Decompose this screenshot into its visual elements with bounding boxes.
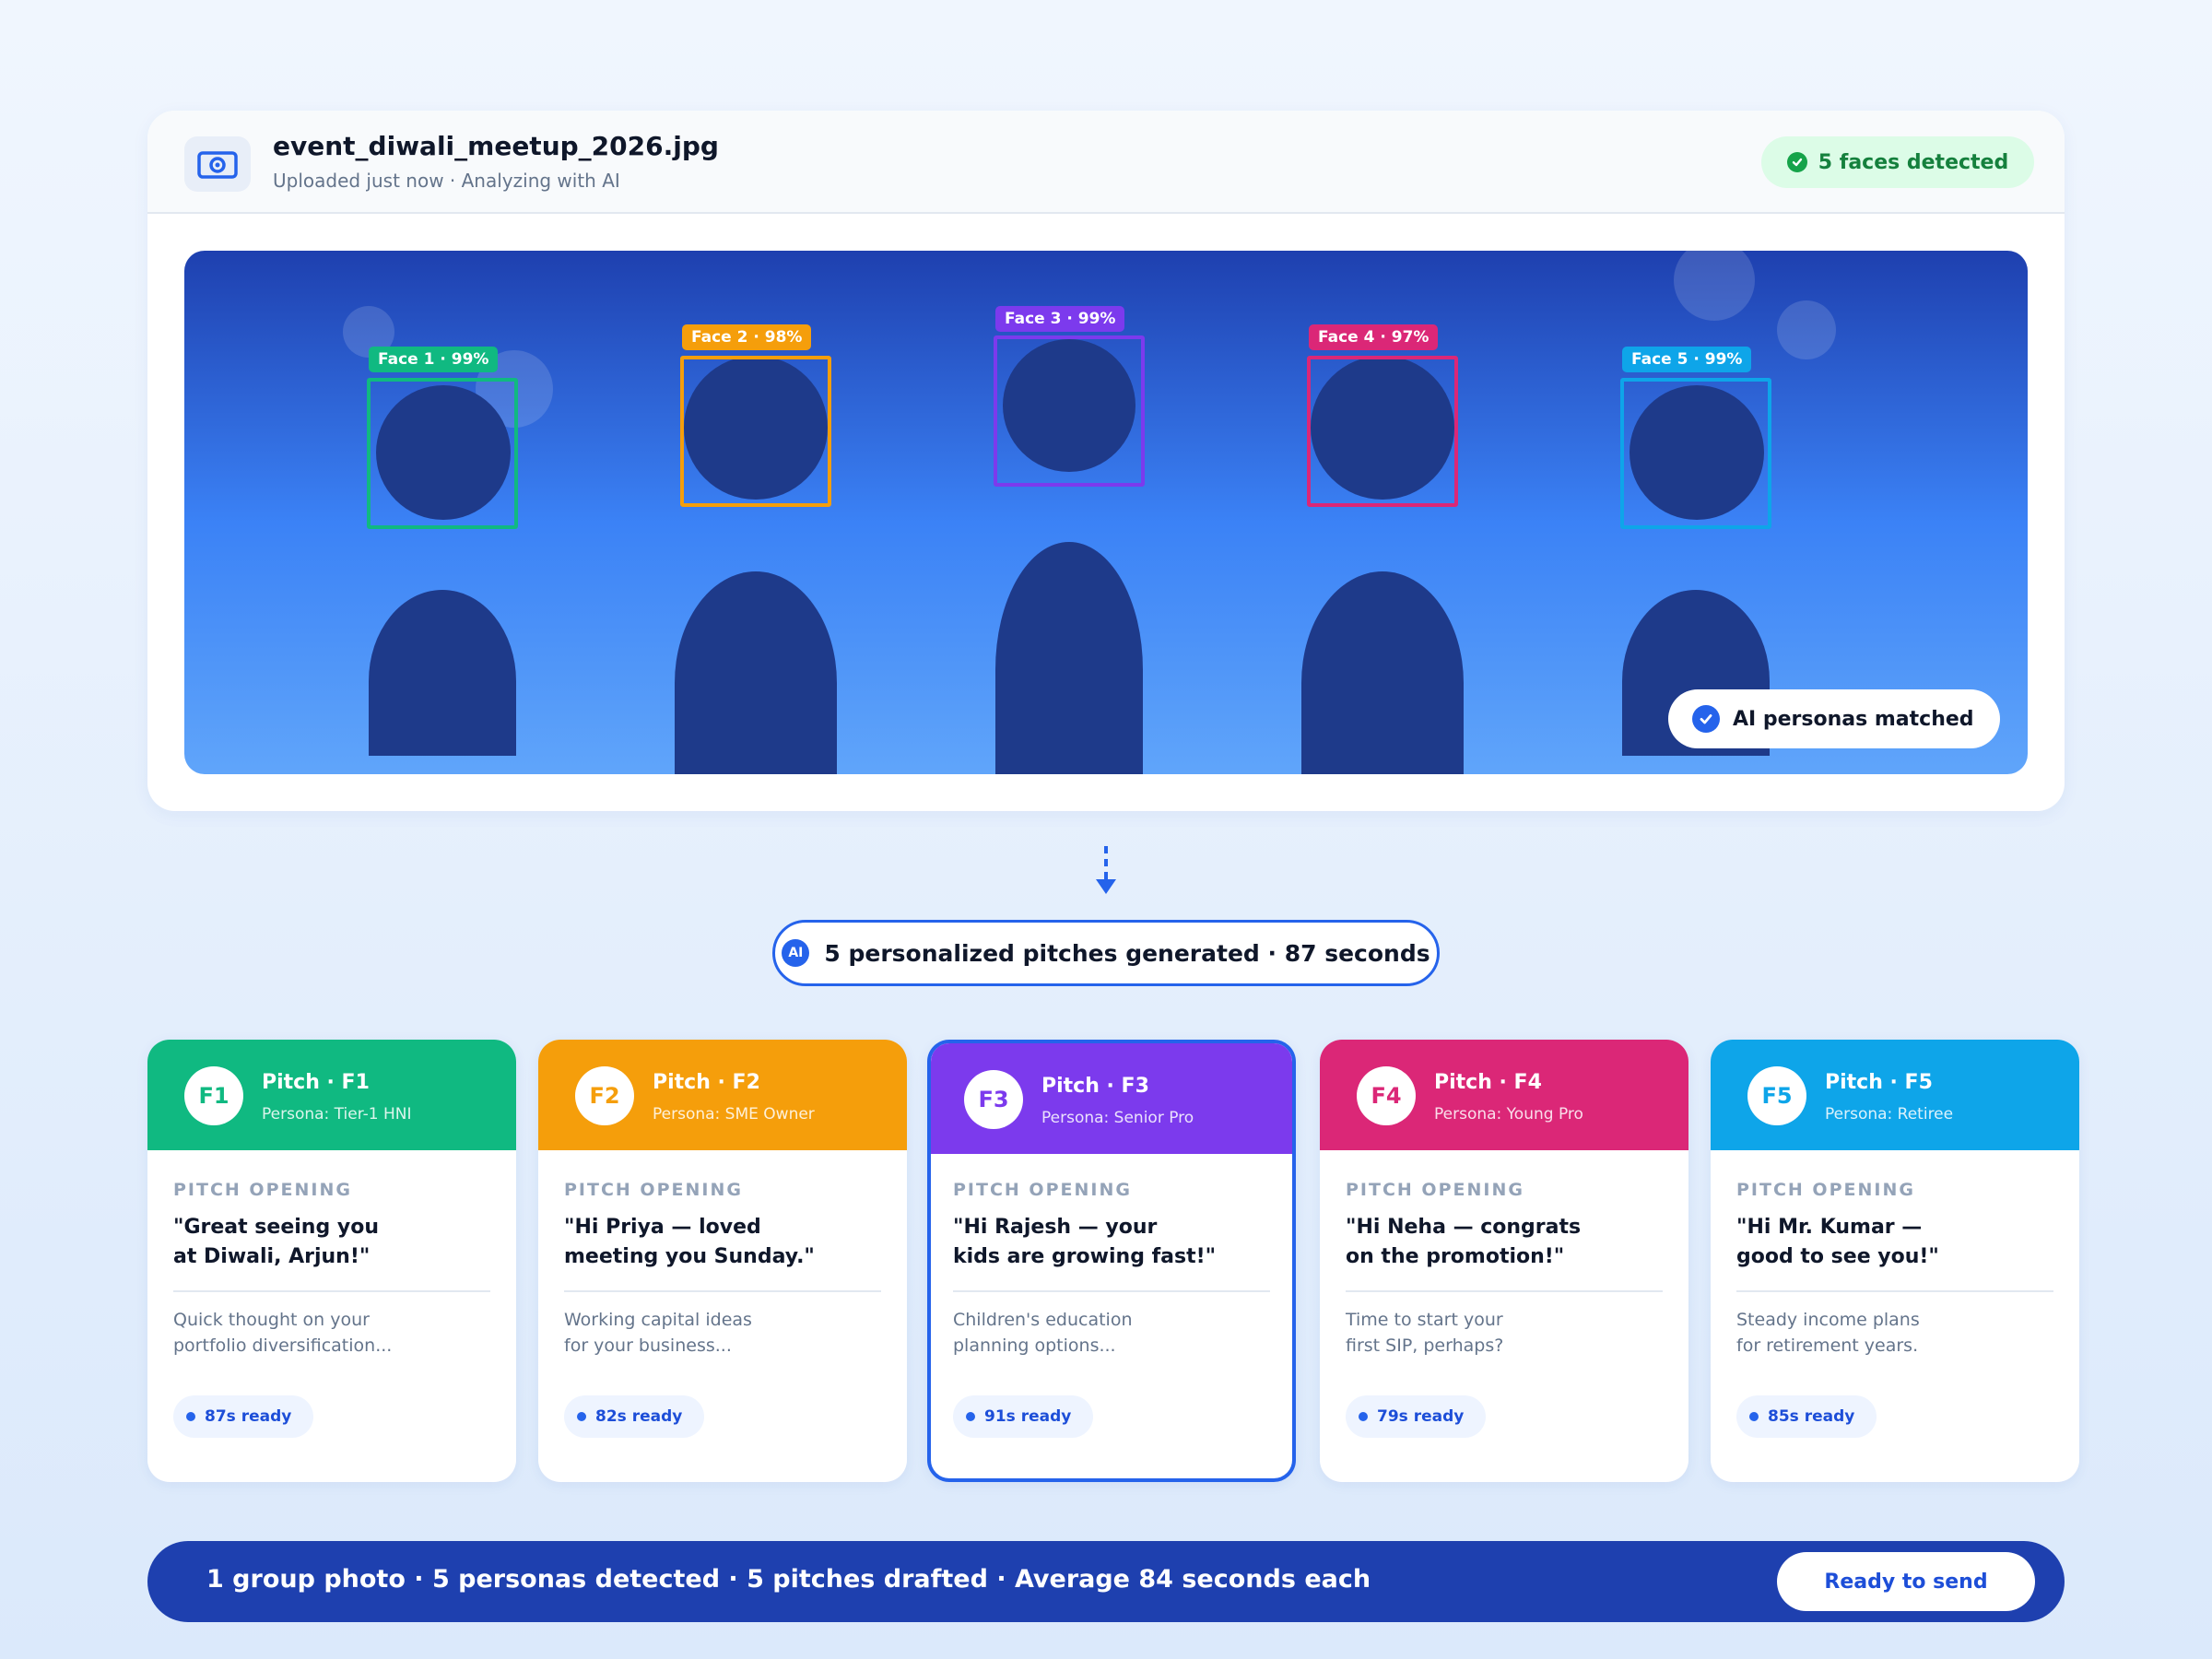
ai-personas-matched-text: AI personas matched bbox=[1733, 707, 1974, 731]
pitch-quote: "Hi Mr. Kumar — good to see you!" bbox=[1736, 1216, 1939, 1268]
divider bbox=[173, 1290, 490, 1292]
pitch-snippet: Quick thought on your portfolio diversif… bbox=[173, 1310, 393, 1356]
check-circle-icon bbox=[1692, 705, 1720, 733]
faces-detected-text: 5 faces detected bbox=[1818, 150, 2009, 174]
pitch-card-f3[interactable]: F3 Pitch · F3 Persona: Senior Pro PITCH … bbox=[927, 1040, 1296, 1482]
person-silhouette bbox=[369, 590, 516, 756]
section-label: PITCH OPENING bbox=[1736, 1180, 1915, 1200]
pitch-snippet: Working capital ideas for your business.… bbox=[564, 1310, 752, 1356]
pitch-quote: "Hi Neha — congrats on the promotion!" bbox=[1346, 1216, 1582, 1268]
section-label: PITCH OPENING bbox=[1346, 1180, 1524, 1200]
face-box-3[interactable] bbox=[994, 335, 1145, 487]
status-dot-icon bbox=[1359, 1412, 1368, 1421]
ready-text: 79s ready bbox=[1377, 1407, 1465, 1426]
pitch-title: Pitch · F3 bbox=[1041, 1075, 1149, 1098]
face-label-5: Face 5 · 99% bbox=[1622, 347, 1752, 372]
avatar: F2 bbox=[575, 1066, 634, 1125]
persona-label: Persona: Young Pro bbox=[1434, 1105, 1583, 1124]
pitch-quote: "Hi Priya — loved meeting you Sunday." bbox=[564, 1216, 815, 1268]
ready-chip: 85s ready bbox=[1736, 1395, 1877, 1438]
ready-chip: 79s ready bbox=[1346, 1395, 1486, 1438]
face-box-1[interactable] bbox=[367, 378, 518, 529]
pitch-title: Pitch · F5 bbox=[1825, 1071, 1933, 1094]
face-label-1: Face 1 · 99% bbox=[369, 347, 499, 372]
avatar: F4 bbox=[1357, 1066, 1416, 1125]
check-circle-icon bbox=[1786, 152, 1807, 172]
ready-text: 87s ready bbox=[205, 1407, 292, 1426]
summary-text: 1 group photo · 5 personas detected · 5 … bbox=[206, 1565, 1371, 1594]
arrow-down-icon bbox=[1096, 846, 1116, 894]
persona-label: Persona: Retiree bbox=[1825, 1105, 1954, 1124]
ready-chip: 87s ready bbox=[173, 1395, 313, 1438]
face-label-4: Face 4 · 97% bbox=[1309, 324, 1439, 350]
pitch-card-f1[interactable]: F1 Pitch · F1 Persona: Tier-1 HNI PITCH … bbox=[147, 1040, 516, 1482]
persona-label: Persona: Senior Pro bbox=[1041, 1109, 1194, 1127]
persona-label: Persona: SME Owner bbox=[653, 1105, 815, 1124]
status-dot-icon bbox=[1749, 1412, 1759, 1421]
pitch-quote: "Great seeing you at Diwali, Arjun!" bbox=[173, 1216, 379, 1268]
bokeh-circle bbox=[1777, 300, 1836, 359]
pitch-card-header: F3 Pitch · F3 Persona: Senior Pro bbox=[931, 1043, 1292, 1154]
face-box-2[interactable] bbox=[680, 356, 831, 507]
persona-label: Persona: Tier-1 HNI bbox=[262, 1105, 412, 1124]
pitch-title: Pitch · F4 bbox=[1434, 1071, 1542, 1094]
ready-to-send-button[interactable]: Ready to send bbox=[1777, 1552, 2035, 1611]
section-label: PITCH OPENING bbox=[173, 1180, 352, 1200]
pitch-card-f2[interactable]: F2 Pitch · F2 Persona: SME Owner PITCH O… bbox=[538, 1040, 907, 1482]
person-silhouette bbox=[995, 542, 1143, 774]
pitch-card-f5[interactable]: F5 Pitch · F5 Persona: Retiree PITCH OPE… bbox=[1711, 1040, 2079, 1482]
ready-chip: 82s ready bbox=[564, 1395, 704, 1438]
pitch-snippet: Steady income plans for retirement years… bbox=[1736, 1310, 1920, 1356]
bokeh-circle bbox=[1674, 251, 1755, 321]
avatar: F1 bbox=[184, 1066, 243, 1125]
faces-detected-badge: 5 faces detected bbox=[1761, 136, 2034, 188]
camera-icon bbox=[184, 136, 251, 192]
face-label-3: Face 3 · 99% bbox=[995, 306, 1125, 332]
face-label-2: Face 2 · 98% bbox=[682, 324, 812, 350]
ready-text: 85s ready bbox=[1768, 1407, 1855, 1426]
avatar: F3 bbox=[964, 1070, 1023, 1129]
status-dot-icon bbox=[577, 1412, 586, 1421]
pitches-generated-pill: AI 5 personalized pitches generated · 87… bbox=[772, 920, 1440, 986]
pitch-card-header: F1 Pitch · F1 Persona: Tier-1 HNI bbox=[147, 1040, 516, 1150]
ready-chip: 91s ready bbox=[953, 1395, 1093, 1438]
person-silhouette bbox=[1301, 571, 1464, 774]
pitches-generated-text: 5 personalized pitches generated · 87 se… bbox=[824, 939, 1430, 967]
pitch-card-f4[interactable]: F4 Pitch · F4 Persona: Young Pro PITCH O… bbox=[1320, 1040, 1688, 1482]
divider bbox=[1346, 1290, 1663, 1292]
ready-text: 82s ready bbox=[595, 1407, 683, 1426]
summary-footer: 1 group photo · 5 personas detected · 5 … bbox=[147, 1541, 2065, 1622]
upload-status-text: Uploaded just now · Analyzing with AI bbox=[273, 170, 620, 192]
pitch-card-list: F1 Pitch · F1 Persona: Tier-1 HNI PITCH … bbox=[147, 1040, 2079, 1482]
pitch-card-header: F4 Pitch · F4 Persona: Young Pro bbox=[1320, 1040, 1688, 1150]
section-label: PITCH OPENING bbox=[564, 1180, 743, 1200]
file-name: event_diwali_meetup_2026.jpg bbox=[273, 131, 719, 161]
pitch-card-header: F2 Pitch · F2 Persona: SME Owner bbox=[538, 1040, 907, 1150]
section-label: PITCH OPENING bbox=[953, 1180, 1132, 1200]
pitch-quote: "Hi Rajesh — your kids are growing fast!… bbox=[953, 1216, 1217, 1268]
group-photo[interactable]: Face 1 · 99% Face 2 · 98% Face 3 · 99% F… bbox=[184, 251, 2028, 774]
upload-card: event_diwali_meetup_2026.jpg Uploaded ju… bbox=[147, 111, 2065, 811]
divider bbox=[564, 1290, 881, 1292]
avatar: F5 bbox=[1747, 1066, 1806, 1125]
ai-icon: AI bbox=[782, 939, 810, 967]
face-box-4[interactable] bbox=[1307, 356, 1458, 507]
ready-text: 91s ready bbox=[984, 1407, 1072, 1426]
pitch-card-header: F5 Pitch · F5 Persona: Retiree bbox=[1711, 1040, 2079, 1150]
pitch-snippet: Children's education planning options... bbox=[953, 1310, 1133, 1356]
pitch-title: Pitch · F2 bbox=[653, 1071, 760, 1094]
status-dot-icon bbox=[966, 1412, 975, 1421]
divider bbox=[953, 1290, 1270, 1292]
divider bbox=[1736, 1290, 2053, 1292]
pitch-title: Pitch · F1 bbox=[262, 1071, 370, 1094]
status-dot-icon bbox=[186, 1412, 195, 1421]
face-box-5[interactable] bbox=[1620, 378, 1771, 529]
upload-header: event_diwali_meetup_2026.jpg Uploaded ju… bbox=[147, 111, 2065, 214]
person-silhouette bbox=[675, 571, 837, 774]
ai-personas-matched-badge: AI personas matched bbox=[1668, 689, 2000, 748]
pitch-snippet: Time to start your first SIP, perhaps? bbox=[1346, 1310, 1504, 1356]
